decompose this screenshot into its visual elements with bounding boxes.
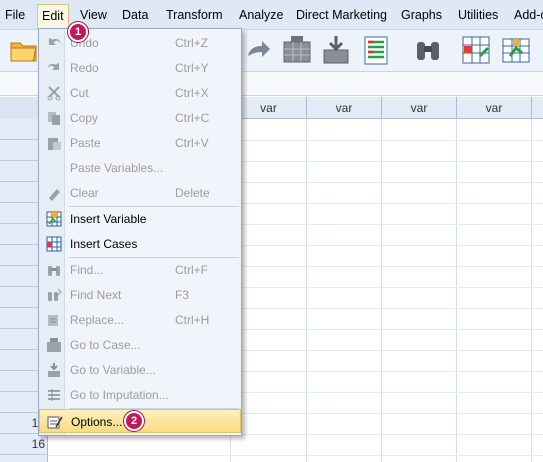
step-badge-2: 2 xyxy=(124,411,144,431)
menu-item-replace[interactable]: Replace... Ctrl+H xyxy=(39,308,241,332)
scissors-icon xyxy=(47,86,61,101)
menu-analyze[interactable]: Analyze xyxy=(239,8,283,22)
insert-variable-icon[interactable] xyxy=(500,34,532,66)
column-header[interactable]: var xyxy=(456,97,531,119)
menu-utilities[interactable]: Utilities xyxy=(458,8,498,22)
column-header[interactable] xyxy=(531,97,543,119)
menu-item-redo[interactable]: Redo Ctrl+Y xyxy=(39,56,241,80)
menu-item-shortcut: F3 xyxy=(175,288,190,302)
menu-item-cut[interactable]: Cut Ctrl+X xyxy=(39,81,241,105)
menu-add-ons[interactable]: Add-o xyxy=(514,8,543,22)
redo-icon xyxy=(47,63,59,70)
menu-item-label: Go to Variable... xyxy=(70,363,156,377)
menu-item-insert-cases[interactable]: Insert Cases xyxy=(39,232,241,256)
go-to-case-icon[interactable] xyxy=(281,34,313,66)
menu-item-label: Options... xyxy=(71,415,123,429)
menu-item-label: Redo xyxy=(70,61,99,75)
menu-item-shortcut: Ctrl+H xyxy=(175,313,210,327)
undo-icon xyxy=(49,38,61,45)
grid-line xyxy=(456,119,457,462)
menu-item-label: Insert Variable xyxy=(70,212,147,226)
menu-item-shortcut: Ctrl+X xyxy=(175,86,209,100)
grid-line xyxy=(306,119,307,462)
binoculars-icon[interactable] xyxy=(412,34,444,66)
column-header[interactable]: var xyxy=(306,97,381,119)
edit-menu-dropdown: Undo Ctrl+Z Redo Ctrl+Y Cut Ctrl+X Copy … xyxy=(38,28,242,436)
replace-icon xyxy=(48,315,58,326)
go-to-case-icon xyxy=(47,338,61,352)
menu-item-label: Go to Imputation... xyxy=(70,388,169,402)
redo-icon[interactable] xyxy=(242,34,274,66)
binoculars-icon xyxy=(48,266,60,276)
grid-line xyxy=(531,119,532,462)
menu-item-label: Cut xyxy=(70,86,89,100)
open-folder-icon[interactable] xyxy=(8,34,40,66)
options-icon xyxy=(47,416,63,429)
menu-item-shortcut: Ctrl+F xyxy=(175,263,208,277)
menu-item-label: Paste xyxy=(70,136,101,150)
menu-item-find[interactable]: Find... Ctrl+F xyxy=(39,258,241,282)
paste-icon xyxy=(48,138,61,150)
find-next-icon xyxy=(48,288,62,301)
go-to-imputation-icon xyxy=(48,389,60,401)
menu-direct-marketing[interactable]: Direct Marketing xyxy=(296,8,387,22)
copy-icon xyxy=(48,112,60,125)
menu-item-go-to-case[interactable]: Go to Case... xyxy=(39,333,241,357)
menu-item-clear[interactable]: Clear Delete xyxy=(39,181,241,205)
menu-item-go-to-variable[interactable]: Go to Variable... xyxy=(39,358,241,382)
step-badge-1: 1 xyxy=(68,22,88,42)
grid-line xyxy=(48,455,543,456)
variables-icon[interactable] xyxy=(360,34,392,66)
go-to-variable-icon[interactable] xyxy=(320,34,352,66)
menu-transform[interactable]: Transform xyxy=(166,8,223,22)
insert-cases-icon xyxy=(46,236,62,252)
menu-item-shortcut: Delete xyxy=(175,186,210,200)
menu-file[interactable]: File xyxy=(5,8,25,22)
menu-item-paste[interactable]: Paste Ctrl+V xyxy=(39,131,241,155)
menu-item-label: Copy xyxy=(70,111,99,125)
insert-variable-icon xyxy=(46,211,62,227)
menu-item-copy[interactable]: Copy Ctrl+C xyxy=(39,106,241,130)
eraser-icon xyxy=(49,189,60,201)
menu-item-label: Replace... xyxy=(70,313,125,327)
column-header[interactable]: var xyxy=(381,97,456,119)
menu-edit[interactable]: Edit xyxy=(37,4,69,28)
menu-item-label: Find Next xyxy=(70,288,122,302)
menu-item-insert-variable[interactable]: Insert Variable xyxy=(39,207,241,231)
go-to-variable-icon xyxy=(48,363,60,377)
menu-item-shortcut: Ctrl+C xyxy=(175,111,210,125)
menu-item-go-to-imputation[interactable]: Go to Imputation... xyxy=(39,383,241,407)
menu-item-label: Insert Cases xyxy=(70,237,138,251)
menu-item-label: Find... xyxy=(70,263,104,277)
menu-item-label: Clear xyxy=(70,186,99,200)
menu-view[interactable]: View xyxy=(80,8,107,22)
insert-cases-icon[interactable] xyxy=(460,34,492,66)
row-header[interactable]: 16 xyxy=(0,434,48,455)
menu-item-shortcut: Ctrl+Y xyxy=(175,61,209,75)
menu-item-find-next[interactable]: Find Next F3 xyxy=(39,283,241,307)
menu-data[interactable]: Data xyxy=(122,8,148,22)
menu-item-label: Go to Case... xyxy=(70,338,141,352)
menu-item-paste-variables[interactable]: Paste Variables... xyxy=(39,156,241,180)
grid-line xyxy=(381,119,382,462)
menu-item-shortcut: Ctrl+Z xyxy=(175,36,208,50)
menu-item-label: Paste Variables... xyxy=(70,161,164,175)
menu-graphs[interactable]: Graphs xyxy=(401,8,442,22)
menu-item-shortcut: Ctrl+V xyxy=(175,136,209,150)
